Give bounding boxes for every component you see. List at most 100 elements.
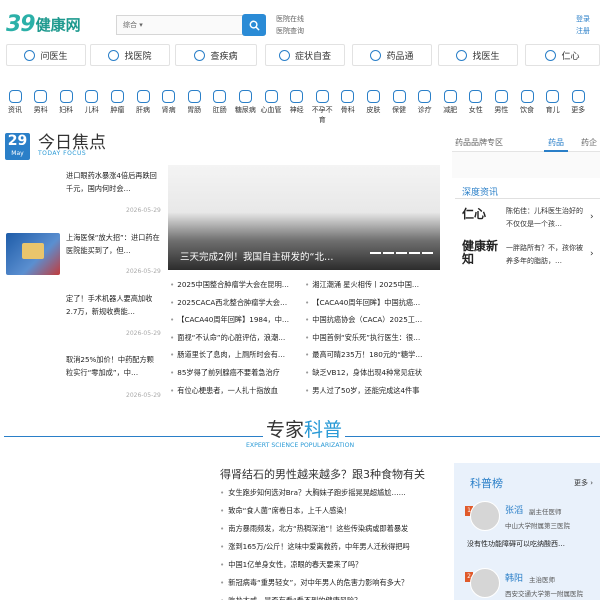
- category-item[interactable]: 育儿: [541, 90, 565, 115]
- category-icon: [238, 90, 252, 103]
- doctor-name[interactable]: 张滔: [505, 503, 523, 516]
- banner-pager[interactable]: [370, 252, 433, 254]
- headline-link[interactable]: 85岁得了前列腺癌不要着急治疗: [170, 368, 294, 378]
- headline-link[interactable]: 2025中国整合肿瘤学大会在昆明…: [170, 280, 294, 290]
- category-item[interactable]: 保健: [387, 90, 411, 115]
- category-item[interactable]: 儿科: [80, 90, 104, 115]
- expert-article-link[interactable]: 女生跑步知何选对Bra？大胸妹子跑步摇晃晃超尴尬……: [220, 488, 442, 498]
- category-item[interactable]: 诊疗: [413, 90, 437, 115]
- headline-link[interactable]: 2025CACA西北整合肿瘤学大会…: [170, 298, 294, 308]
- expert-article-link[interactable]: 南方暴雨频发，北方“热稠深池”！这些传染病或即着暴发: [220, 524, 442, 534]
- quick-link-search[interactable]: 医院查询: [276, 25, 304, 37]
- category-item[interactable]: 神经: [285, 90, 309, 115]
- nav-symptom-check[interactable]: 症状自查: [265, 44, 345, 66]
- category-item[interactable]: 骨科: [336, 90, 360, 115]
- doctor-article[interactable]: 没有性功能障碍可以吃纳酸西…: [467, 539, 597, 549]
- expert-article-link[interactable]: 致命“食人菌”席卷日本，上千人感染！: [220, 506, 442, 516]
- category-label: 肝病: [136, 106, 150, 114]
- focus-news-item[interactable]: 上海医保“放大招”：进口药在医院能买到了，但…: [66, 231, 161, 257]
- category-icon: [366, 90, 380, 103]
- category-item[interactable]: 减肥: [438, 90, 462, 115]
- headline-link[interactable]: 湘江潮涌 星火相传丨2025中国…: [305, 280, 429, 290]
- category-item[interactable]: 妇科: [54, 90, 78, 115]
- depth-item-text[interactable]: 一胖路所有？不，孩你被养多年的脂肪，…: [506, 242, 586, 268]
- avatar[interactable]: [470, 501, 500, 531]
- expert-headline[interactable]: 得肾结石的男性越来越多？跟3种食物有关: [220, 466, 425, 482]
- headline-link[interactable]: 有位心梗患者，一人扎十指放血: [170, 386, 294, 396]
- login-link[interactable]: 登录: [576, 13, 590, 25]
- category-label: 心血管: [260, 106, 282, 114]
- category-item[interactable]: 心血管: [259, 90, 283, 115]
- pager-dot[interactable]: [396, 252, 407, 254]
- focus-subtitle: TODAY FOCUS: [38, 150, 87, 157]
- category-item[interactable]: 胃肠: [182, 90, 206, 115]
- headline-link[interactable]: 最高可睛235万！180元的“糖学…: [305, 350, 429, 360]
- category-icon: [187, 90, 201, 103]
- nav-ask-doctor[interactable]: 问医生: [6, 44, 86, 66]
- doctor-icon: [24, 49, 36, 61]
- category-item[interactable]: 资讯: [3, 90, 27, 115]
- expert-article-link[interactable]: 新冠病毒“重男轻女”，对中年男人的危害力影响有多大？: [220, 578, 442, 588]
- doctor-name[interactable]: 韩阳: [505, 571, 523, 584]
- category-item[interactable]: 皮肤: [361, 90, 385, 115]
- ranking-title: 科普榜: [470, 477, 503, 490]
- pager-dot[interactable]: [422, 252, 433, 254]
- category-item[interactable]: 肛肠: [208, 90, 232, 115]
- tab-drug-brand-zone[interactable]: 药品品牌专区: [455, 137, 503, 148]
- category-item[interactable]: 女性: [464, 90, 488, 115]
- site-logo[interactable]: 39 健康网: [6, 11, 98, 37]
- headline-link[interactable]: 缺乏VB12，身体出现4种常见症状: [305, 368, 429, 378]
- headline-link[interactable]: 【CACA40周年回眸】1984，中…: [170, 315, 294, 325]
- banner-caption[interactable]: 三天完成2例！我国自主研发的“北…: [180, 249, 360, 263]
- expert-article-link[interactable]: 涨到165万/公斤！这味中爱离救药，中年男人迁秋得把吗: [220, 542, 442, 552]
- headline-link[interactable]: 中国首例“安乐死”执行医生：很…: [305, 333, 429, 343]
- focus-news-item[interactable]: 定了！手术机器人要高加收2.7万，新规收费能…: [66, 292, 161, 318]
- category-item[interactable]: 男科: [29, 90, 53, 115]
- pager-dot[interactable]: [409, 252, 420, 254]
- chevron-right-icon[interactable]: ›: [590, 212, 594, 222]
- nav-drug[interactable]: 药品通: [352, 44, 432, 66]
- ranking-more-link[interactable]: 更多 ›: [574, 478, 593, 488]
- depth-item-text[interactable]: 陈佑佳：儿科医生治好的不仅仅是一个孩…: [506, 205, 586, 231]
- expert-article-link[interactable]: 吃盐太咸，是否有看“看不到的健康风险？: [220, 596, 442, 600]
- category-item[interactable]: 糖尿病: [233, 90, 257, 115]
- category-item[interactable]: 男性: [489, 90, 513, 115]
- headline-link[interactable]: 肠道里长了息肉，上厕所时会有…: [170, 350, 294, 360]
- quick-link-online[interactable]: 医院在线: [276, 13, 304, 25]
- category-label: 儿科: [84, 106, 99, 114]
- category-item[interactable]: 肝病: [131, 90, 155, 115]
- category-item[interactable]: 肾病: [157, 90, 181, 115]
- headline-link[interactable]: 男人过了50岁，还能完成这4件事: [305, 386, 429, 396]
- category-bar: 资讯 男科 妇科 儿科 肿瘤 肝病 肾病 胃肠 肛肠 糖尿病 心血管 神经 不孕不育 骨科 皮肤 保健 诊疗 减肥…: [0, 90, 600, 124]
- tab-pharma[interactable]: 药企: [581, 137, 597, 148]
- category-item[interactable]: 肿瘤: [105, 90, 129, 115]
- focus-news-item[interactable]: 取消25%加价！中药配方颗粒实行“零加成”，中…: [66, 353, 161, 379]
- search-button[interactable]: [242, 14, 266, 36]
- category-label: 肾病: [161, 106, 176, 114]
- category-icon: [290, 90, 304, 103]
- nav-find-doctor[interactable]: 找医生: [438, 44, 518, 66]
- headline-link[interactable]: 【CACA40周年回眸】中国抗癌…: [305, 298, 429, 308]
- category-item[interactable]: 饮食: [515, 90, 539, 115]
- register-link[interactable]: 注册: [576, 25, 590, 37]
- focus-news-item[interactable]: 进口眼药水暴涨4倍后再跌回千元，国内何时会…: [66, 169, 161, 195]
- find-doctor-icon: [456, 49, 468, 61]
- nav-check-disease[interactable]: 查疾病: [175, 44, 257, 66]
- category-item[interactable]: 不孕不育: [310, 90, 334, 125]
- news-thumbnail[interactable]: [6, 233, 60, 275]
- expert-article-link[interactable]: 中国1亿单身女性，凉眼的春天要来了吗？: [220, 560, 442, 570]
- pager-dot[interactable]: [370, 252, 381, 254]
- headline-link[interactable]: 中国抗癌协会（CACA）2025工…: [305, 315, 429, 325]
- tab-drugs[interactable]: 药品: [548, 137, 564, 148]
- title-part: 专家: [266, 419, 305, 441]
- search-category-select[interactable]: 综合 ▾: [123, 20, 143, 30]
- nav-renxin[interactable]: 仁心: [525, 44, 600, 66]
- headline-link[interactable]: 面视“不认命”的心脏评估，浪潮…: [170, 333, 294, 343]
- logo-mark: 39: [6, 11, 36, 37]
- avatar[interactable]: [470, 568, 500, 598]
- category-item[interactable]: 更多: [566, 90, 590, 115]
- nav-find-hospital[interactable]: 找医院: [90, 44, 170, 66]
- chevron-right-icon[interactable]: ›: [590, 249, 594, 259]
- pager-dot[interactable]: [383, 252, 394, 254]
- divider: [455, 198, 600, 199]
